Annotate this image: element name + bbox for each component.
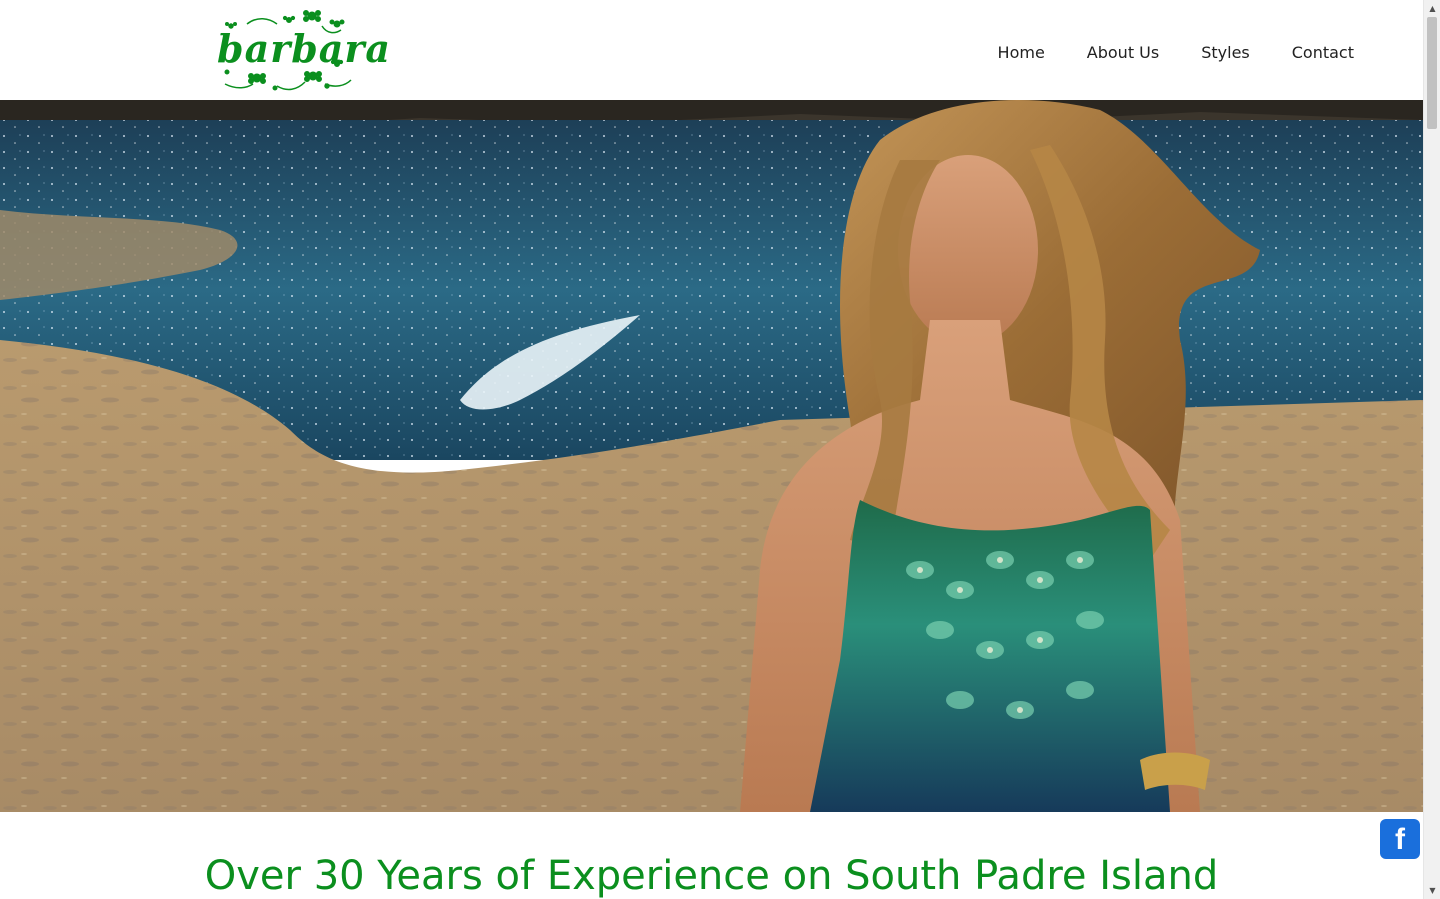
nav-styles[interactable]: Styles [1180, 42, 1271, 64]
scrollbar-thumb[interactable] [1427, 17, 1437, 129]
scroll-down-arrow-icon[interactable]: ▼ [1424, 882, 1440, 899]
site-logo[interactable]: barbara [217, 6, 392, 94]
hero-photo [0, 100, 1423, 812]
facebook-button[interactable]: f [1380, 819, 1420, 859]
logo-wordmark: barbara [217, 26, 392, 71]
hero-image [0, 100, 1423, 812]
facebook-icon: f [1395, 823, 1405, 856]
vertical-scrollbar[interactable]: ▲ ▼ [1423, 0, 1440, 899]
nav-contact[interactable]: Contact [1271, 42, 1354, 64]
page-headline: Over 30 Years of Experience on South Pad… [204, 853, 1219, 899]
site-header: barbara Home About Us Styles Contact [0, 0, 1423, 100]
scroll-up-arrow-icon[interactable]: ▲ [1424, 0, 1440, 17]
nav-about-us[interactable]: About Us [1066, 42, 1180, 64]
page: barbara Home About Us Styles Contact Ove… [0, 0, 1423, 899]
nav-home[interactable]: Home [977, 42, 1066, 64]
main-nav: Home About Us Styles Contact [977, 42, 1354, 64]
